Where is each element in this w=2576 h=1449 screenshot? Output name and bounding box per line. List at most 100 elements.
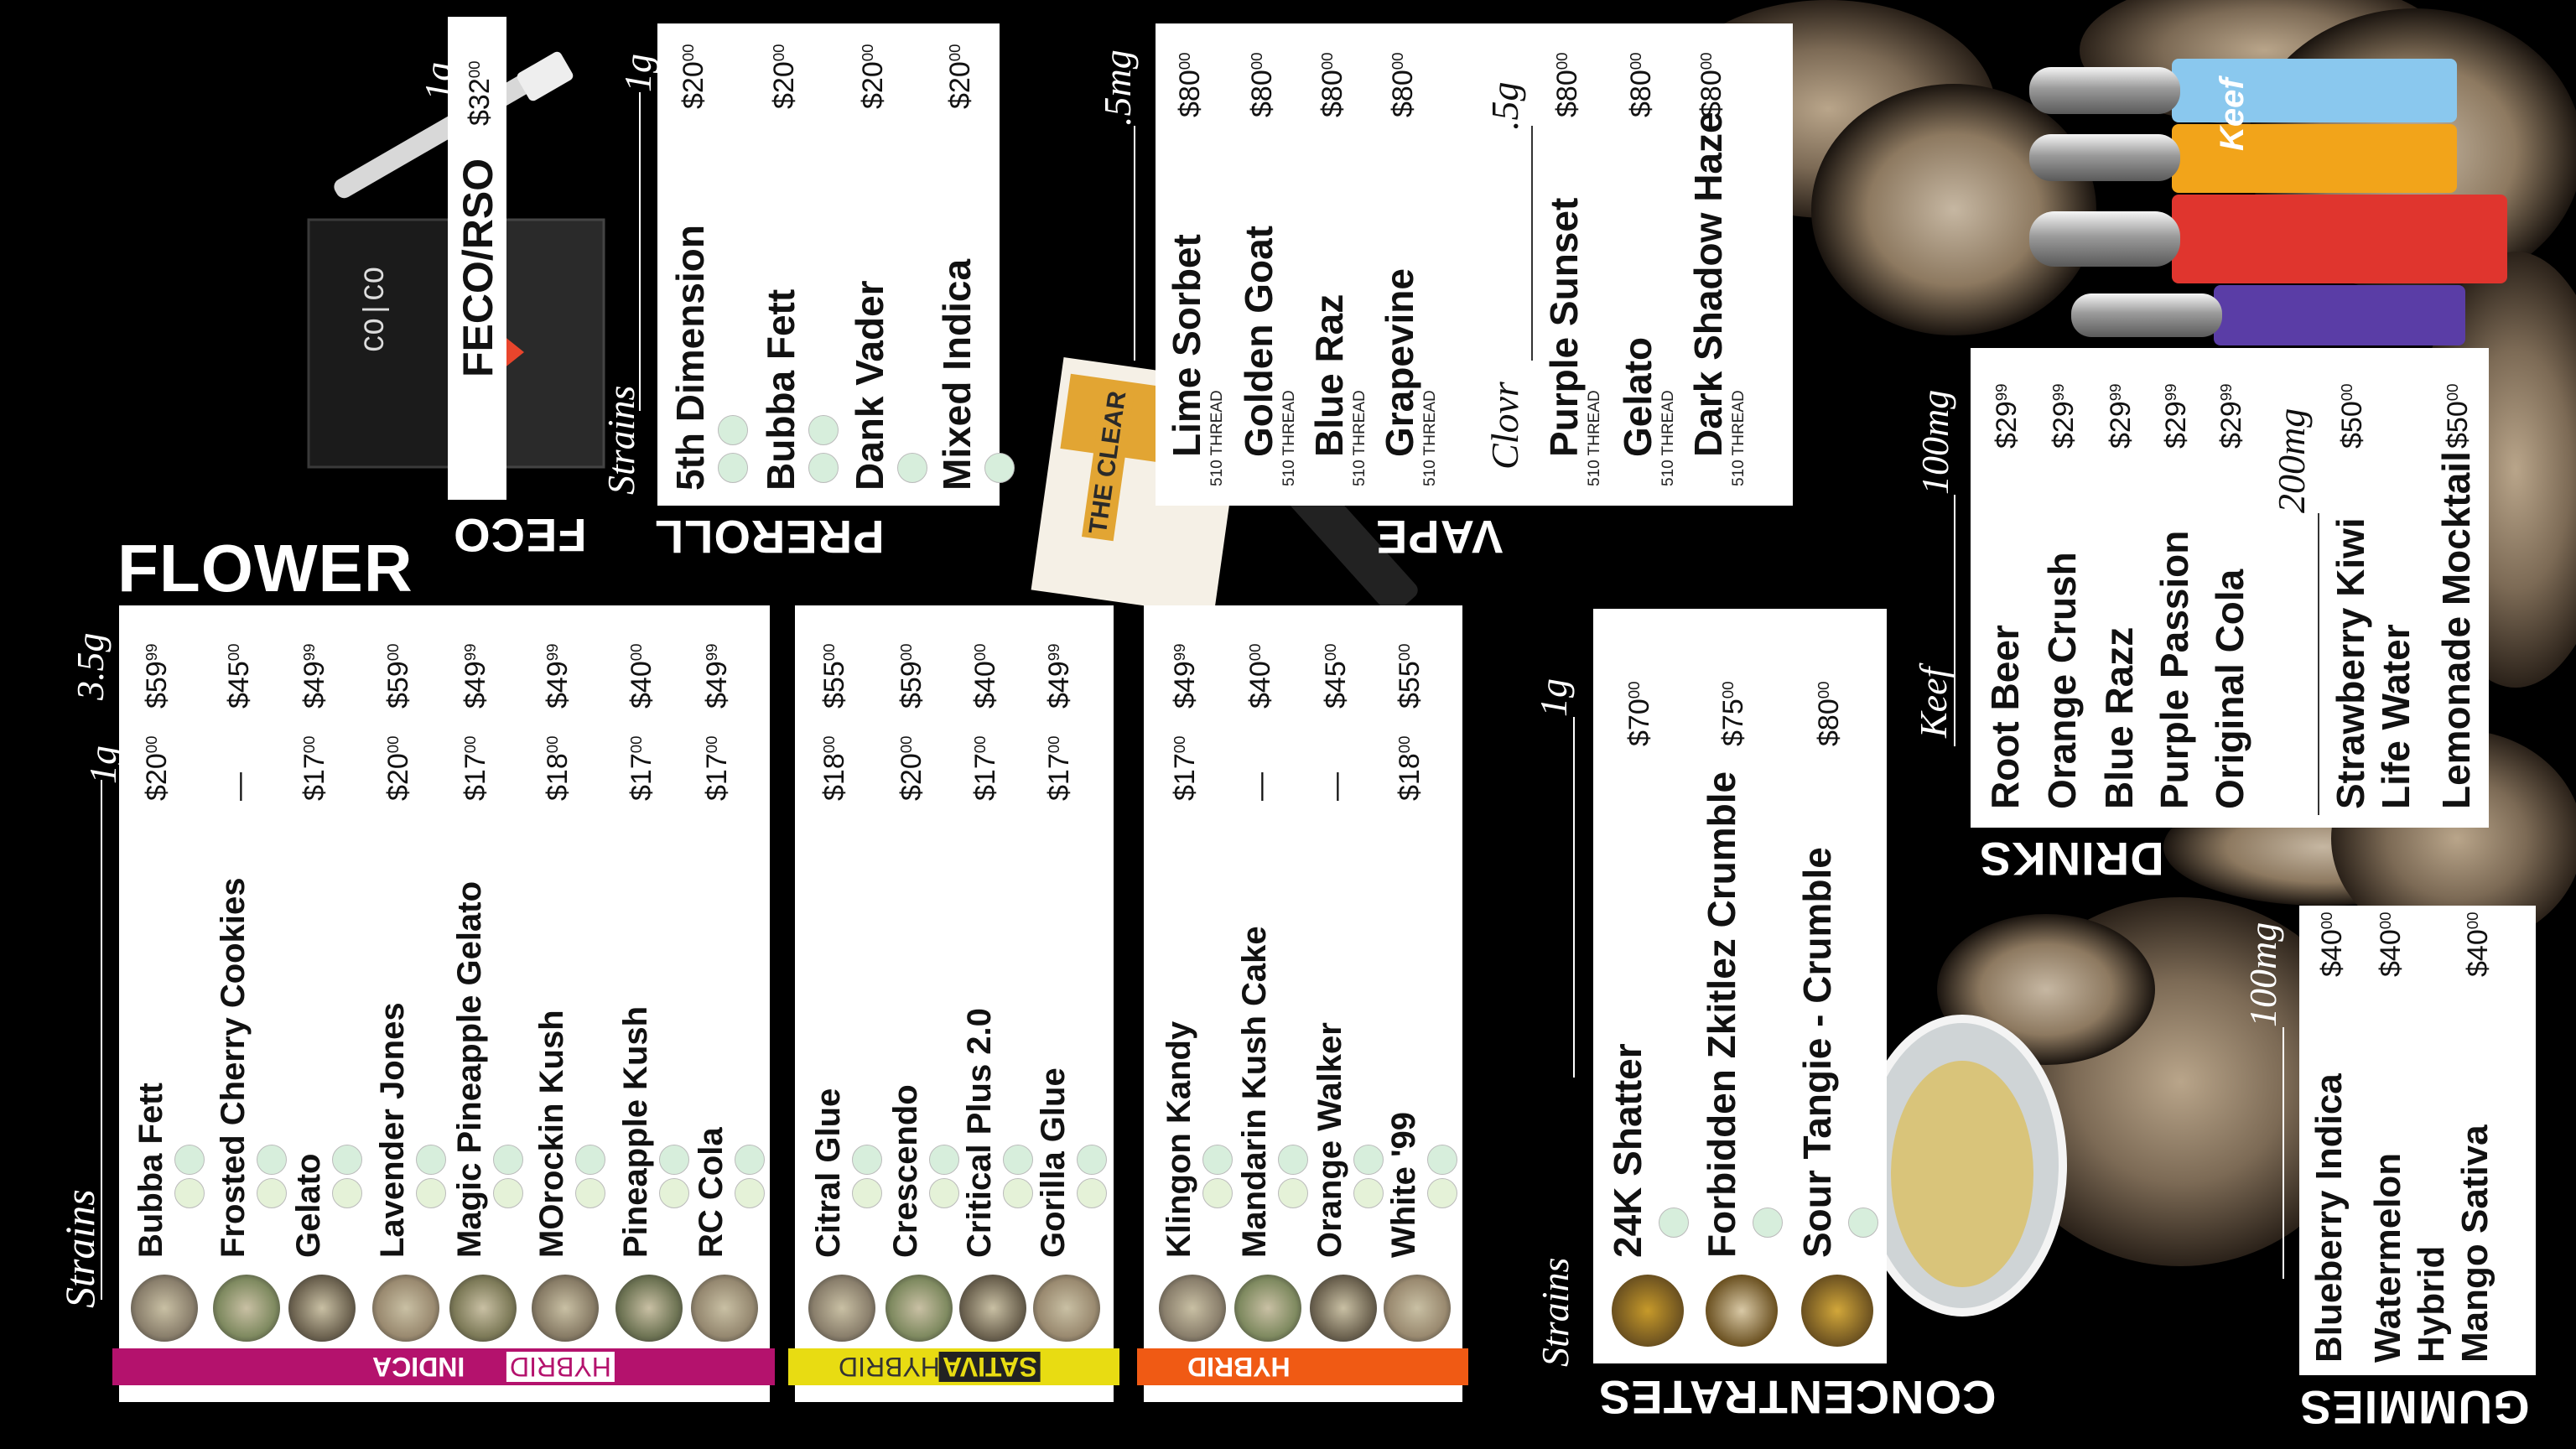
gummies-divider-line bbox=[2283, 1027, 2284, 1279]
drink-price-cents: 99 bbox=[2106, 383, 2124, 402]
gummy-price: $4000 bbox=[2316, 911, 2348, 977]
concentrate-price-value: $70 bbox=[1623, 699, 1655, 746]
concentrates-divider-line bbox=[1573, 717, 1575, 1078]
vape-clovr-item-name: Gelato bbox=[1616, 336, 1659, 457]
flower-price-1g-value: $20 bbox=[382, 753, 414, 801]
drinks-size-100: 100mg bbox=[1914, 389, 1956, 495]
drink-price: $2999 bbox=[2048, 383, 2080, 449]
vape-size-half: .5mg bbox=[1096, 49, 1139, 126]
strain-effect-icon bbox=[1353, 1145, 1384, 1175]
flower-title: FLOWER bbox=[117, 535, 413, 602]
flower-price-1g-cents: 00 bbox=[1171, 735, 1188, 754]
strain-effect-icon bbox=[416, 1178, 446, 1208]
strain-thumbnail bbox=[959, 1275, 1026, 1342]
flower-price-1g-value: $17 bbox=[1043, 753, 1075, 801]
vape-clovr-price-cents: 00 bbox=[1553, 52, 1571, 70]
preroll-price-value: $20 bbox=[944, 61, 976, 109]
feco-price-value: $32 bbox=[464, 78, 496, 126]
flower-price-1g-dash: — bbox=[1320, 772, 1352, 801]
strain-effect-icon bbox=[1202, 1145, 1233, 1175]
flower-price-1g-value: $17 bbox=[460, 753, 491, 801]
drink-price: $2999 bbox=[1991, 383, 2023, 449]
strain-effect-icon bbox=[174, 1178, 205, 1208]
flower-price-35g: $4999 bbox=[1169, 643, 1201, 709]
flower-price-35g-value: $55 bbox=[818, 661, 850, 709]
preroll-price-cents: 00 bbox=[946, 44, 963, 62]
vape-price-value: $80 bbox=[1246, 70, 1278, 117]
flower-price-35g-value: $40 bbox=[969, 661, 1001, 709]
flower-price-35g-cents: 00 bbox=[1322, 643, 1339, 662]
flower-price-1g: $1700 bbox=[299, 735, 330, 801]
flower-price-35g-value: $49 bbox=[460, 661, 491, 709]
flower-price-35g: $4999 bbox=[701, 643, 733, 709]
flower-price-35g-cents: 00 bbox=[627, 643, 645, 662]
flower-item-name: Pineapple Kush bbox=[617, 1005, 654, 1258]
vape-brand-label: Clovr bbox=[1483, 382, 1526, 470]
strain-effect-icon bbox=[1077, 1145, 1107, 1175]
strain-effect-icon bbox=[1753, 1208, 1783, 1238]
flower-price-1g-dash: — bbox=[223, 772, 255, 801]
vape-thread-label: 510 THREAD bbox=[1351, 390, 1368, 486]
feco-size: 1g bbox=[417, 62, 460, 101]
flower-price-1g-value: $17 bbox=[626, 753, 657, 801]
vape-price: $8000 bbox=[1317, 52, 1348, 117]
flower-price-35g: $5900 bbox=[896, 643, 927, 709]
strain-effect-icon bbox=[493, 1145, 523, 1175]
flower-price-1g: $2000 bbox=[141, 735, 173, 801]
gummy-item-name: Blueberry Indica bbox=[2309, 1073, 2350, 1363]
drinks-brand-label: Keef bbox=[1912, 667, 1955, 738]
flower-price-1g-cents: 00 bbox=[543, 735, 561, 754]
strain-thumbnail bbox=[1234, 1275, 1301, 1342]
preroll-price-value: $20 bbox=[857, 61, 889, 109]
flower-item-name: RC Cola bbox=[693, 1127, 730, 1258]
gummy-price-cents: 00 bbox=[2318, 911, 2335, 930]
flower-price-35g: $5500 bbox=[818, 643, 850, 709]
strain-effect-icon bbox=[984, 453, 1015, 483]
drink-price: $2999 bbox=[2215, 383, 2247, 449]
flower-price-35g-cents: 99 bbox=[143, 643, 160, 662]
concentrate-thumbnail bbox=[1706, 1275, 1778, 1347]
strain-effect-icon bbox=[852, 1178, 882, 1208]
gummy-price-cents: 00 bbox=[2464, 911, 2481, 930]
concentrates-title: CONCENTRATES bbox=[1598, 1371, 1997, 1424]
drink-200-item-name: Lemonade Mocktail bbox=[2434, 451, 2478, 809]
preroll-price-cents: 00 bbox=[859, 44, 876, 62]
concentrate-thumbnail bbox=[1801, 1275, 1873, 1347]
vape-clovr-item-name: Dark Shadow Haze bbox=[1686, 112, 1730, 457]
flower-price-1g: $1800 bbox=[1394, 735, 1426, 801]
flower-price-1g-value: $18 bbox=[1394, 753, 1426, 801]
strain-effect-icon bbox=[416, 1145, 446, 1175]
vape-price-value: $80 bbox=[1387, 70, 1419, 117]
preroll-price: $2000 bbox=[678, 44, 709, 109]
drink-item-name: Blue Razz bbox=[2097, 626, 2141, 809]
flower-price-1g-value: $17 bbox=[1169, 753, 1201, 801]
drink-bottle-brand: Keef bbox=[2214, 78, 2251, 151]
flower-price-1g-cents: 00 bbox=[703, 735, 720, 754]
strain-thumbnail bbox=[615, 1275, 683, 1342]
strain-effect-icon bbox=[1003, 1145, 1033, 1175]
strain-thumbnail bbox=[1033, 1275, 1100, 1342]
strain-thumbnail bbox=[372, 1275, 439, 1342]
flower-price-35g-cents: 99 bbox=[1045, 643, 1062, 662]
drink-item-name: Purple Passion bbox=[2153, 530, 2196, 809]
flower-size-35g: 3.5g bbox=[69, 632, 112, 701]
strain-effect-icon bbox=[659, 1178, 689, 1208]
flower-price-35g-cents: 00 bbox=[820, 643, 838, 662]
flower-title-text: FLOWER bbox=[117, 531, 413, 605]
preroll-price-value: $20 bbox=[768, 61, 800, 109]
feco-title: FECO bbox=[453, 509, 587, 562]
drinks-200-divider bbox=[2318, 513, 2319, 815]
gummy-price-value: $40 bbox=[2316, 929, 2348, 977]
drink-price-value: $29 bbox=[2215, 401, 2247, 449]
flower-price-35g: $4999 bbox=[299, 643, 330, 709]
strain-effect-icon bbox=[1427, 1145, 1457, 1175]
concentrates-strains-label: Strains bbox=[1534, 1257, 1576, 1367]
flower-price-1g: $1800 bbox=[818, 735, 850, 801]
vape-clovr-price-value: $80 bbox=[1551, 70, 1583, 117]
strain-thumbnail bbox=[449, 1275, 517, 1342]
vape-clovr-item-name: Purple Sunset bbox=[1542, 197, 1586, 457]
strain-thumbnail bbox=[532, 1275, 599, 1342]
flower-price-35g: $5900 bbox=[382, 643, 414, 709]
vape-title: VAPE bbox=[1375, 511, 1504, 564]
concentrate-price-cents: 00 bbox=[1815, 681, 1832, 699]
